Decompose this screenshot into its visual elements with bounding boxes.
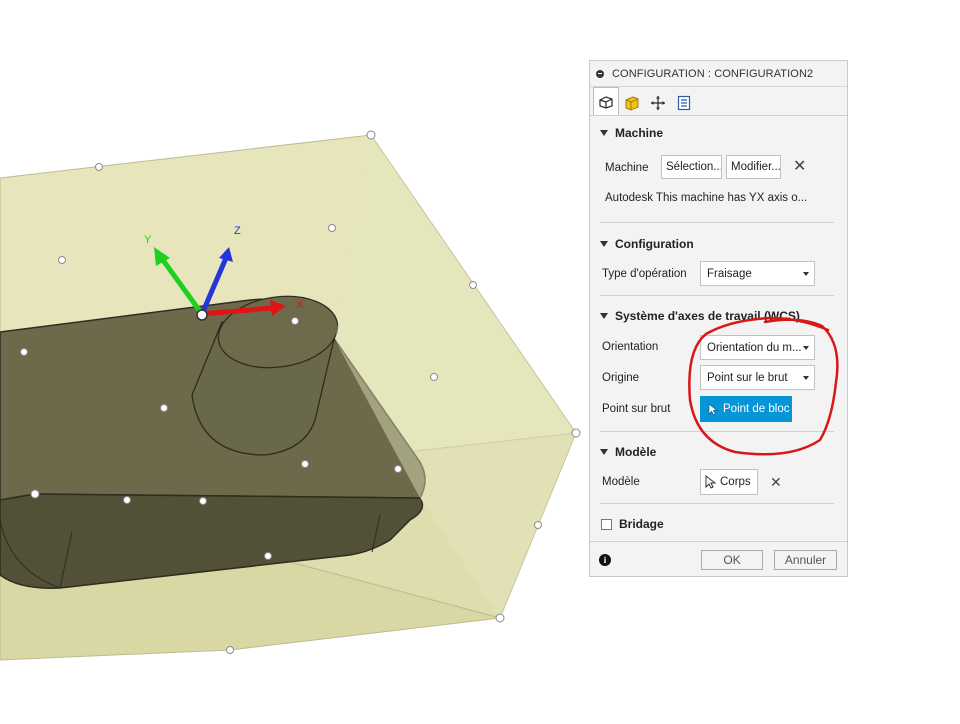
machine-label: Machine	[605, 162, 649, 174]
stock-tab-icon[interactable]	[619, 89, 645, 115]
machine-description: Autodesk This machine has YX axis o...	[605, 192, 808, 204]
machine-edit-button[interactable]: Modifier...	[726, 155, 781, 179]
model-label: Modèle	[602, 476, 640, 488]
expand-icon	[600, 241, 608, 247]
operation-type-select[interactable]: Fraisage	[700, 261, 815, 286]
axis-label-y: Y	[144, 234, 152, 246]
chevron-down-icon	[803, 272, 809, 276]
setup-tab-icon[interactable]	[593, 87, 619, 115]
origin-select[interactable]: Point sur le brut	[700, 365, 815, 390]
expand-icon	[600, 130, 608, 136]
clear-machine-icon[interactable]: ✕	[793, 159, 806, 175]
fixture-row: Bridage	[601, 517, 664, 531]
chevron-down-icon	[803, 346, 809, 350]
stock-point-button-label: Point de bloc	[723, 403, 790, 415]
configuration-header-label: Configuration	[615, 237, 694, 251]
info-icon[interactable]: i	[599, 554, 611, 566]
wcs-header-label: Système d'axes de travail (WCS)	[615, 309, 800, 323]
panel-title-bar: CONFIGURATION : CONFIGURATION2	[590, 61, 847, 87]
panel-title: CONFIGURATION : CONFIGURATION2	[612, 67, 814, 80]
wcs-section-header[interactable]: Système d'axes de travail (WCS)	[600, 309, 800, 323]
cursor-icon	[708, 402, 719, 415]
origin-value: Point sur le brut	[707, 371, 788, 384]
operation-type-value: Fraisage	[707, 267, 752, 280]
ok-button[interactable]: OK	[701, 550, 763, 570]
machine-section-header[interactable]: Machine	[600, 126, 663, 140]
operation-type-label: Type d'opération	[602, 268, 687, 280]
cancel-button[interactable]: Annuler	[774, 550, 837, 570]
fixture-label: Bridage	[619, 517, 664, 531]
stock-point-button[interactable]: Point de bloc	[700, 396, 792, 422]
panel-tabs	[590, 87, 847, 116]
configuration-section-header[interactable]: Configuration	[600, 237, 694, 251]
model-body-button[interactable]: Corps	[700, 469, 758, 495]
orientation-select[interactable]: Orientation du m...	[700, 335, 815, 360]
machine-header-label: Machine	[615, 126, 664, 140]
model-section-header[interactable]: Modèle	[600, 445, 656, 459]
stock-point-label: Point sur brut	[602, 403, 671, 415]
orientation-label: Orientation	[602, 341, 659, 353]
axis-label-z: Z	[234, 225, 241, 237]
model-header-label: Modèle	[615, 445, 657, 459]
cursor-icon	[705, 475, 717, 489]
model-body-label: Corps	[720, 476, 751, 488]
orientation-value: Orientation du m...	[707, 341, 802, 354]
axis-label-x: X	[296, 299, 304, 311]
origin-label: Origine	[602, 372, 640, 384]
setup-panel: CONFIGURATION : CONFIGURATION2 Machine M…	[589, 60, 848, 577]
expand-icon	[600, 449, 608, 455]
chevron-down-icon	[803, 376, 809, 380]
program-tab-icon[interactable]	[671, 89, 697, 115]
collapse-icon[interactable]	[596, 69, 604, 78]
post-process-tab-icon[interactable]	[645, 89, 671, 115]
expand-icon	[600, 313, 608, 319]
fixture-checkbox[interactable]	[601, 518, 612, 530]
machine-select-button[interactable]: Sélection...	[661, 155, 722, 179]
clear-model-icon[interactable]: ✕	[770, 474, 782, 490]
